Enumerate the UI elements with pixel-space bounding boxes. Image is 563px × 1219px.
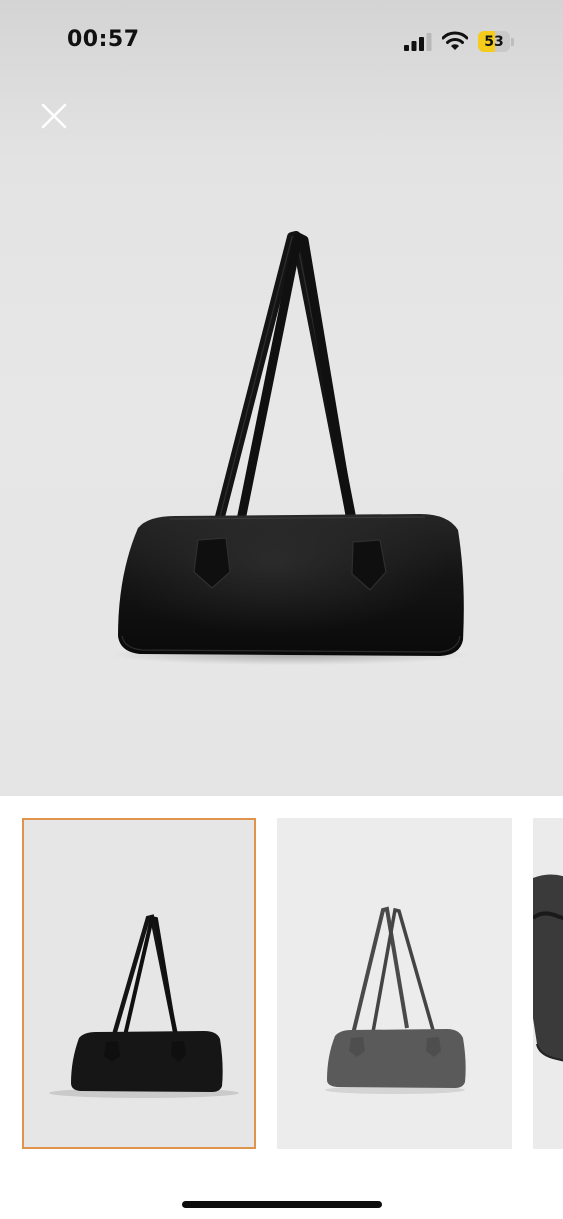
cellular-signal-icon bbox=[404, 33, 432, 51]
battery-level: 53 bbox=[484, 33, 504, 50]
home-indicator[interactable] bbox=[182, 1201, 382, 1208]
thumbnail-1-selected[interactable] bbox=[22, 818, 256, 1149]
battery-icon: 53 bbox=[478, 31, 510, 52]
thumbnail-strip bbox=[0, 796, 563, 1176]
battery-indicator: 53 bbox=[478, 31, 514, 52]
wifi-icon bbox=[442, 31, 468, 50]
thumbnail-image bbox=[49, 914, 239, 1098]
product-photo[interactable] bbox=[0, 200, 563, 680]
thumbnail-2[interactable] bbox=[277, 818, 512, 1149]
thumbnail-image bbox=[325, 906, 466, 1094]
battery-cap bbox=[511, 37, 514, 46]
close-button[interactable] bbox=[36, 98, 72, 134]
status-time: 00:57 bbox=[67, 27, 140, 52]
main-image-area[interactable]: 00:57 53 bbox=[0, 0, 563, 796]
status-bar: 00:57 53 bbox=[0, 0, 563, 80]
close-icon bbox=[41, 103, 67, 129]
product-image-viewer: 00:57 53 bbox=[0, 0, 563, 1219]
thumbnail-image bbox=[533, 874, 563, 1062]
thumbnail-3[interactable] bbox=[533, 818, 563, 1149]
